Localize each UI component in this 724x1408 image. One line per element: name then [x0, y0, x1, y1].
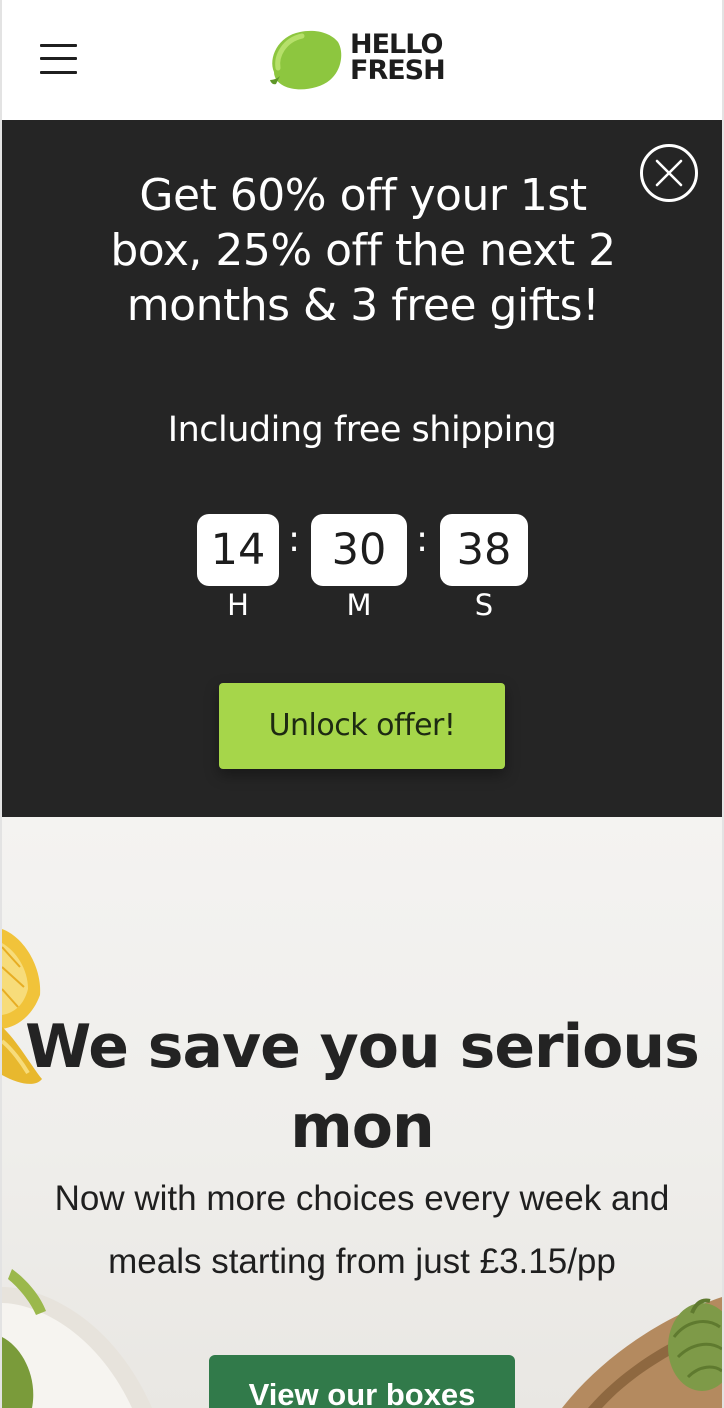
countdown-separator: : — [416, 519, 429, 560]
site-header: HELLO FRESH — [2, 0, 722, 120]
unlock-offer-button[interactable]: Unlock offer! — [219, 683, 505, 769]
menu-bar — [40, 44, 77, 47]
hero-subtitle: Now with more choices every week and mea… — [54, 1179, 670, 1281]
menu-bar — [40, 57, 77, 60]
lime-logo-icon — [270, 30, 342, 90]
logo-wordmark: HELLO FRESH — [350, 31, 446, 86]
close-icon — [655, 159, 683, 187]
promo-banner: Get 60% off your 1st box, 25% off the ne… — [2, 120, 722, 817]
countdown-hours-label: H — [227, 588, 249, 622]
menu-bar — [40, 71, 77, 74]
page: HELLO FRESH Get 60% off your 1st box, 25… — [0, 0, 724, 1408]
view-boxes-button[interactable]: View our boxes — [209, 1355, 515, 1408]
hamburger-menu-icon[interactable] — [40, 44, 78, 76]
countdown-minutes-label: M — [346, 588, 372, 622]
countdown-seconds-label: S — [474, 588, 494, 622]
promo-title: Get 60% off your 1st box, 25% off the ne… — [110, 170, 616, 331]
logo-line-2: FRESH — [350, 55, 446, 86]
hero-title: We save you serious mon — [25, 1012, 700, 1162]
countdown-seconds: 38 — [440, 514, 528, 586]
countdown-hours: 14 — [197, 514, 279, 586]
promo-subtitle: Including free shipping — [167, 410, 557, 450]
countdown-separator: : — [288, 519, 301, 560]
close-promo-button[interactable] — [640, 144, 698, 202]
hellofresh-logo[interactable]: HELLO FRESH — [268, 28, 468, 92]
hero-section: We save you serious mon Now with more ch… — [2, 817, 722, 1408]
countdown-minutes: 30 — [311, 514, 407, 586]
